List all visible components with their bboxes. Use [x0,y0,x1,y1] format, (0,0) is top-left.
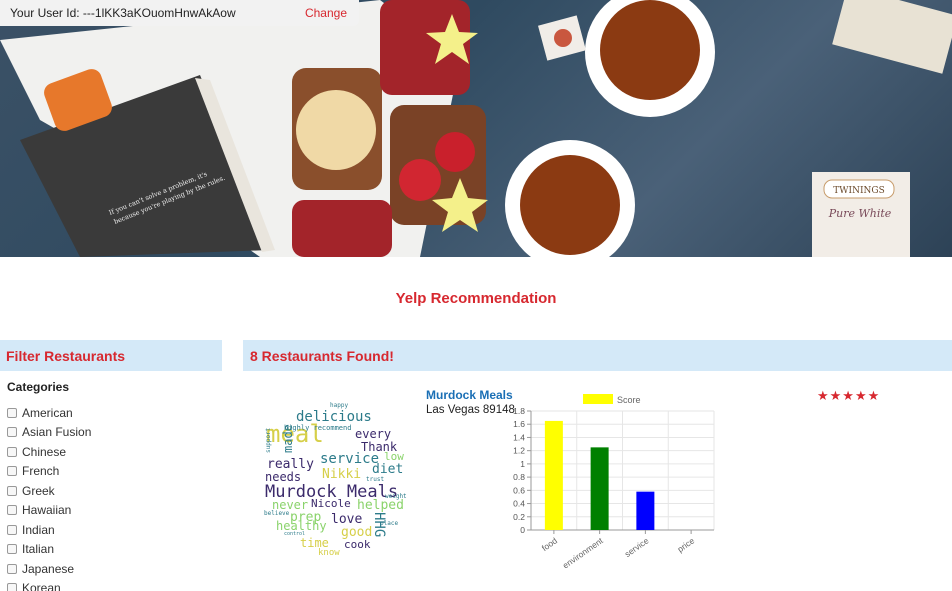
wordcloud-word: support [265,427,272,453]
category-item[interactable]: Chinese [7,442,91,462]
category-item[interactable]: American [7,403,91,423]
hero-image: TWININGS Pure White If you can't solve a… [0,0,952,257]
strawberry-shape [399,159,441,201]
category-checkbox[interactable] [7,427,17,438]
rating-stars: ★★★★★ [817,388,881,403]
category-label: Asian Fusion [22,425,92,440]
category-checkbox[interactable] [7,407,17,418]
wordcloud-word: Nikki [322,467,361,482]
y-tick-label: 1.4 [513,432,525,442]
y-tick-label: 1.6 [513,419,525,429]
bar-service [636,491,655,530]
score-bar-chart: Score 0 0.2 0.4 0.6 0.8 1 1.2 1.4 1.6 1.8 food envir… [513,394,715,570]
notebook-shape [832,0,952,74]
legend-label: Score [617,395,641,405]
category-checkbox[interactable] [7,563,17,574]
strawberry-shape [435,132,475,172]
y-tick-label: 0 [520,525,525,535]
category-label: Indian [22,522,55,537]
hero-banner: TWININGS Pure White If you can't solve a… [0,0,952,257]
restaurant-name-link[interactable]: Murdock Meals [426,388,513,402]
wordcloud-word: needs [265,470,301,484]
tea-box-flavor: Pure White [828,207,892,220]
bar-environment [590,447,609,530]
wordcloud-word: highly recommend [284,424,351,432]
category-label: Japanese [22,561,75,576]
y-tick-label: 0.2 [513,512,525,522]
category-label: American [22,405,73,420]
wordcloud-word: cook [344,538,371,551]
x-tick-label: service [623,535,651,559]
category-list: American Asian Fusion Chinese French Gre… [7,403,91,591]
toast-shape [292,200,392,257]
wordcloud-word: place [380,520,398,527]
y-tick-label: 1 [520,459,525,469]
banana-rose-shape [296,90,376,170]
category-item[interactable]: Greek [7,481,91,501]
wordcloud-word: helped [357,498,404,513]
restaurant-address: Las Vegas 89148 [426,404,515,416]
category-checkbox[interactable] [7,524,17,535]
category-label: Korean [22,581,61,591]
user-id-bar: Your User Id: ---1lKK3aKOuomHnwAkAow Cha… [0,0,359,26]
tea-shape [600,0,700,100]
category-label: French [22,464,60,479]
wordcloud-word: believe [264,510,290,517]
wordcloud-word: delicious [296,409,372,425]
category-item[interactable]: French [7,462,91,482]
category-checkbox[interactable] [7,583,17,591]
category-item[interactable]: Japanese [7,559,91,579]
tea-box-brand: TWININGS [833,186,884,196]
category-checkbox[interactable] [7,485,17,496]
category-label: Greek [22,483,55,498]
wordcloud-word: trust [366,476,384,483]
category-label: Chinese [22,444,67,459]
change-user-link[interactable]: Change [305,6,347,20]
tea-shape [520,155,620,255]
filter-header: Filter Restaurants [0,340,222,371]
category-item[interactable]: Italian [7,540,91,560]
user-id-label: Your User Id: ---1lKK3aKOuomHnwAkAow [10,6,236,20]
x-tick-label: price [675,535,696,554]
category-item[interactable]: Hawaiian [7,501,91,521]
category-checkbox[interactable] [7,446,17,457]
category-item[interactable]: Asian Fusion [7,423,91,443]
tea-tag-logo-shape [554,29,572,47]
bar-food [544,420,563,530]
wordcloud-word: know [318,548,340,557]
wordcloud-word: low [384,450,404,463]
wordcloud-word: Nicole [311,497,351,510]
x-tick-label: food [540,535,560,553]
x-tick-label: environment [561,535,606,570]
y-tick-label: 1.2 [513,446,525,456]
categories-label: Categories [7,380,70,394]
category-checkbox[interactable] [7,505,17,516]
wordcloud-word: every [355,427,391,441]
category-checkbox[interactable] [7,466,17,477]
wordcloud-word: control [284,531,305,537]
category-label: Italian [22,542,55,557]
y-tick-label: 0.6 [513,485,525,495]
results-header: 8 Restaurants Found! [243,340,952,371]
review-wordcloud-image: Murdock MealsmealdeliciousserviceeveryTh… [264,402,409,557]
page-title: Yelp Recommendation [395,290,557,307]
category-checkbox[interactable] [7,544,17,555]
category-item[interactable]: Korean [7,579,91,591]
wordcloud-word: weight [385,493,407,500]
y-tick-label: 0.4 [513,499,525,509]
wordcloud-word: happy [330,402,348,409]
wordcloud-word: diet [372,462,403,477]
y-tick-label: 1.8 [513,406,525,416]
legend-swatch [583,394,613,404]
category-item[interactable]: Indian [7,520,91,540]
category-label: Hawaiian [22,503,72,518]
y-tick-label: 0.8 [513,472,525,482]
